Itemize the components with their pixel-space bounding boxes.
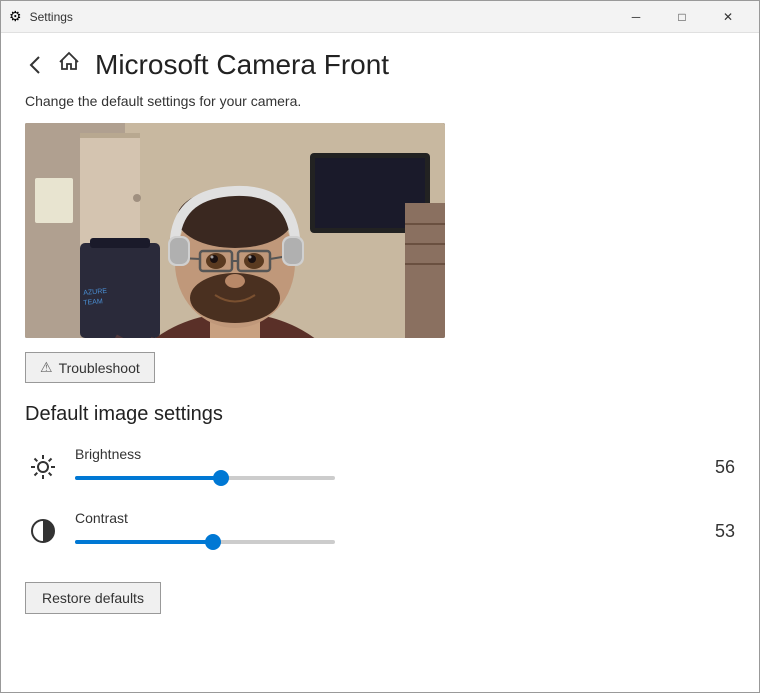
brightness-slider-track-container[interactable] (75, 468, 335, 488)
main-content: Microsoft Camera Front Change the defaul… (1, 33, 759, 694)
home-icon (57, 50, 81, 80)
brightness-slider-content: Brightness (75, 446, 669, 488)
brightness-track (75, 476, 335, 480)
camera-preview: AZURE TEAM (25, 123, 445, 338)
contrast-thumb[interactable] (205, 534, 221, 550)
contrast-row: Contrast 53 (25, 510, 735, 552)
warning-icon: ⚠ (40, 359, 53, 376)
title-bar-controls: ─ □ ✕ (613, 1, 751, 33)
subtitle-text: Change the default settings for your cam… (25, 93, 735, 109)
title-bar-left: ⚙ Settings (9, 8, 73, 25)
contrast-value: 53 (699, 521, 735, 542)
brightness-icon (25, 449, 61, 485)
back-button[interactable] (25, 51, 45, 79)
contrast-icon (25, 513, 61, 549)
contrast-fill (75, 540, 213, 544)
contrast-track (75, 540, 335, 544)
brightness-row: Brightness 56 (25, 446, 735, 488)
minimize-button[interactable]: ─ (613, 1, 659, 33)
contrast-slider-track-container[interactable] (75, 532, 335, 552)
title-bar-icon: ⚙ (9, 8, 22, 25)
back-icon (29, 55, 41, 75)
title-bar: ⚙ Settings ─ □ ✕ (1, 1, 759, 33)
brightness-label: Brightness (75, 446, 669, 462)
camera-image: AZURE TEAM (25, 123, 445, 338)
restore-defaults-button[interactable]: Restore defaults (25, 582, 161, 614)
brightness-value: 56 (699, 457, 735, 478)
page-title: Microsoft Camera Front (95, 49, 389, 81)
page-header: Microsoft Camera Front (25, 49, 735, 81)
page-title-row: Microsoft Camera Front (57, 49, 389, 81)
brightness-thumb[interactable] (213, 470, 229, 486)
brightness-fill (75, 476, 221, 480)
close-button[interactable]: ✕ (705, 1, 751, 33)
contrast-slider-content: Contrast (75, 510, 669, 552)
troubleshoot-label: Troubleshoot (59, 360, 140, 376)
contrast-label: Contrast (75, 510, 669, 526)
section-title: Default image settings (25, 403, 735, 426)
title-bar-text: Settings (30, 10, 73, 24)
maximize-button[interactable]: □ (659, 1, 705, 33)
troubleshoot-button[interactable]: ⚠ Troubleshoot (25, 352, 155, 383)
